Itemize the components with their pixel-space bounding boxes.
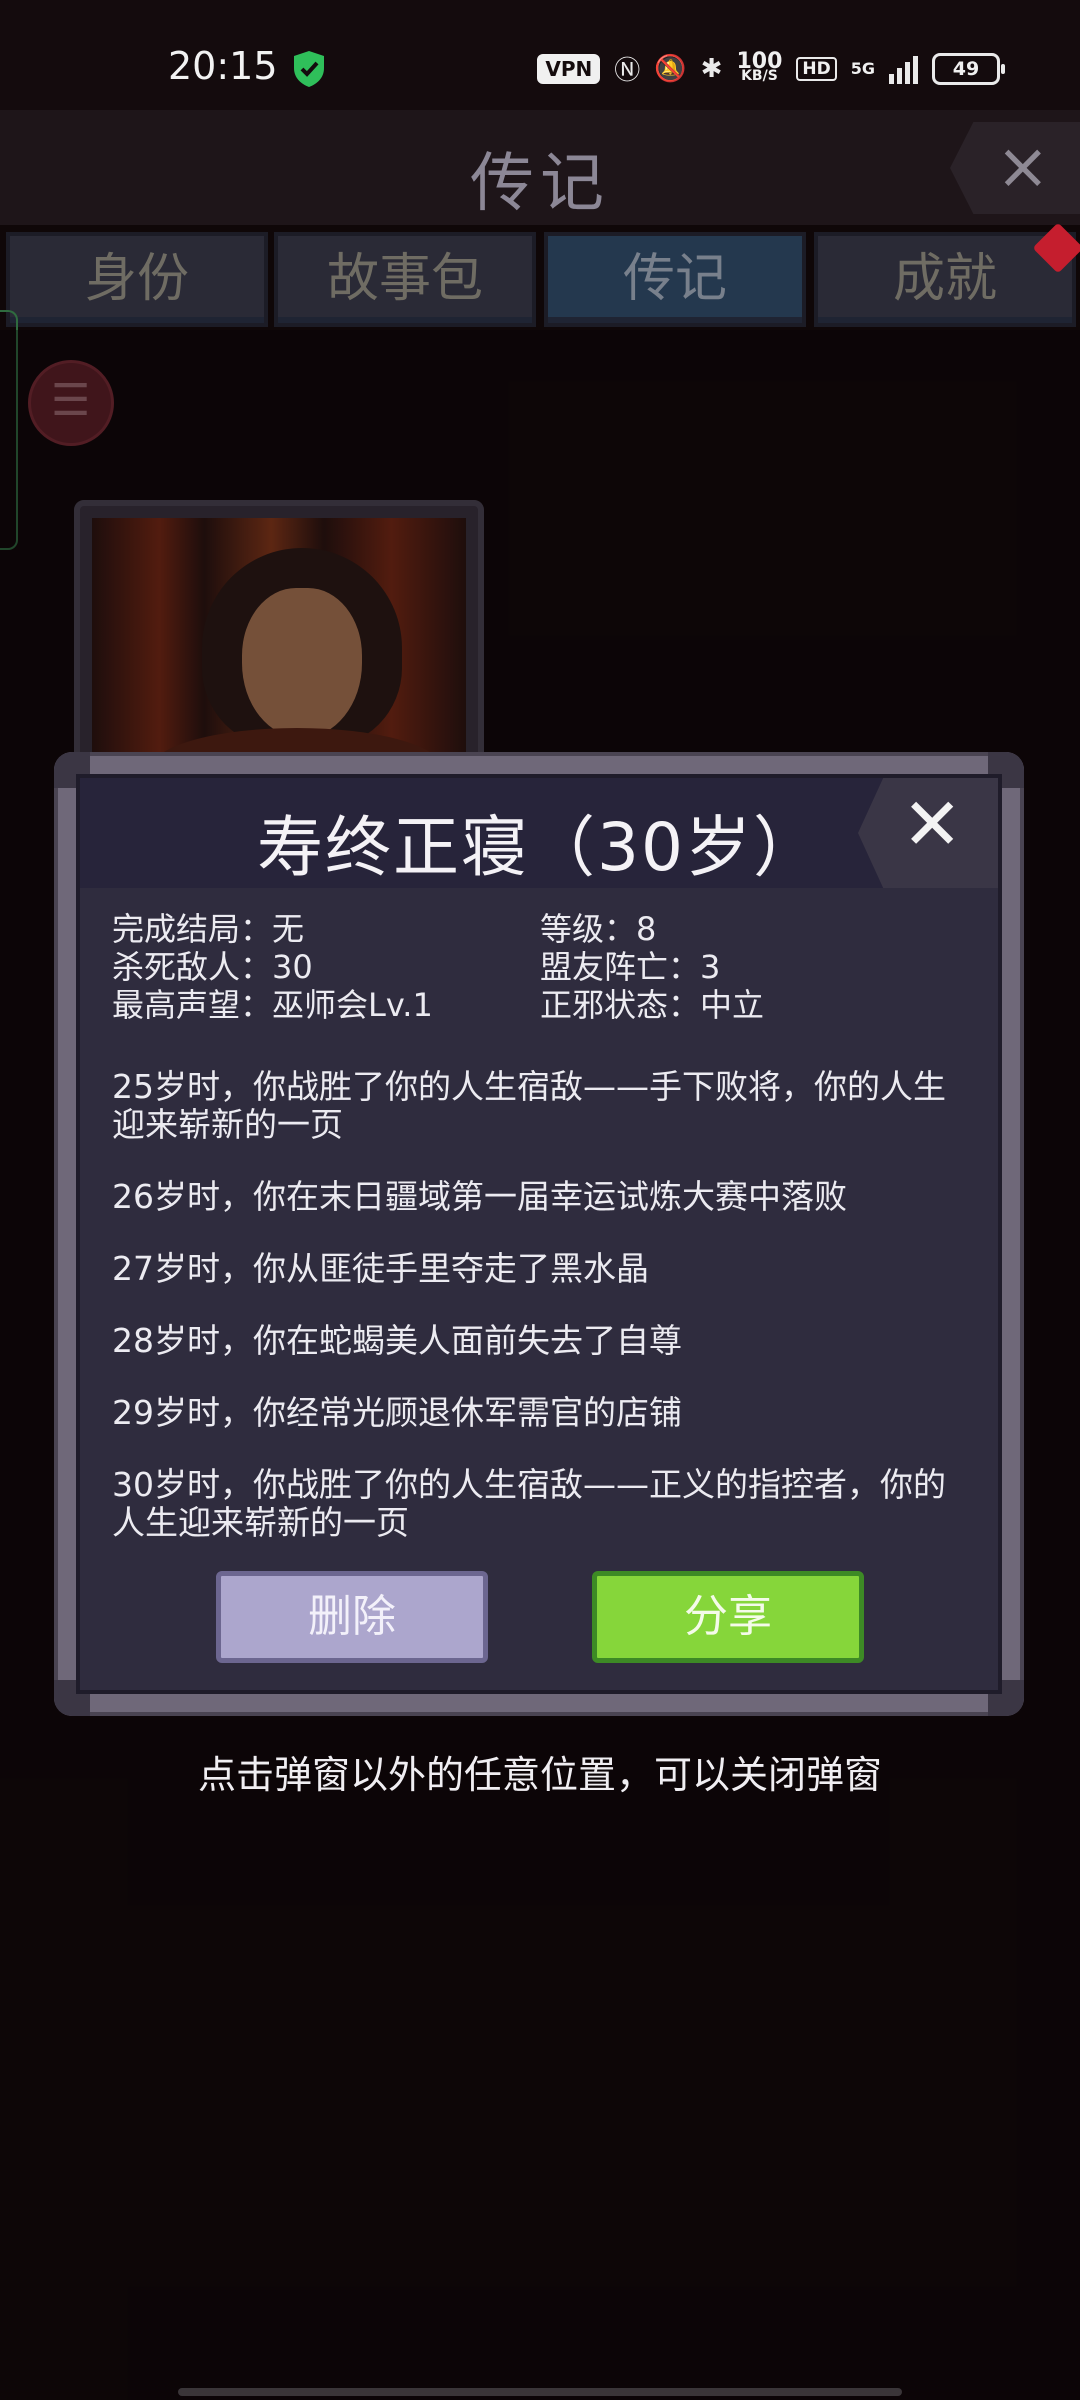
life-event: 27岁时，你从匪徒手里夺走了黑水晶 xyxy=(112,1249,649,1288)
close-icon: ✕ xyxy=(902,782,963,866)
net-speed-unit: KB/S xyxy=(741,67,778,84)
header-close-button[interactable]: × xyxy=(950,122,1080,214)
tab-achievements-label: 成就 xyxy=(892,249,997,309)
modal-title: 寿终正寝（30岁） xyxy=(257,809,821,886)
notification-dot xyxy=(1032,222,1080,274)
tab-biography[interactable]: 传记 xyxy=(544,232,806,327)
battery-icon: 49 xyxy=(932,52,1005,85)
page-title: 传记 xyxy=(470,147,610,221)
stat-alignment: 正邪状态：中立 xyxy=(540,986,765,1024)
biography-modal: 寿终正寝（30岁） ✕ 完成结局：无 等级：8 杀死敌人：30 盟友阵亡：3 最… xyxy=(54,752,1024,1716)
stat-ally-deaths: 盟友阵亡：3 xyxy=(540,948,721,986)
tab-identity[interactable]: 身份 xyxy=(6,232,268,327)
bluetooth-icon: ✱ xyxy=(700,53,723,84)
life-event: 30岁时，你战胜了你的人生宿敌——正义的指控者，你的人生迎来崭新的一页 xyxy=(112,1465,946,1542)
delete-button[interactable]: 删除 xyxy=(216,1571,488,1663)
life-event: 28岁时，你在蛇蝎美人面前失去了自尊 xyxy=(112,1321,682,1360)
network-type: 5G xyxy=(850,59,875,78)
life-event: 29岁时，你经常光顾退休军需官的店铺 xyxy=(112,1393,682,1432)
net-speed-value: 100 xyxy=(736,48,783,74)
modal-close-button[interactable]: ✕ xyxy=(858,778,998,888)
stat-reputation: 最高声望：巫师会Lv.1 xyxy=(112,986,433,1024)
stat-level: 等级：8 xyxy=(540,910,657,948)
close-hint: 点击弹窗以外的任意位置，可以关闭弹窗 xyxy=(197,1753,882,1797)
tab-story-pack[interactable]: 故事包 xyxy=(274,232,536,327)
mute-bell-icon: 🔕 xyxy=(654,53,687,84)
tab-bar: 身份 故事包 传记 成就 xyxy=(0,222,1080,332)
stat-ending: 完成结局：无 xyxy=(112,910,305,948)
modal-titlebar: 寿终正寝（30岁） ✕ xyxy=(80,778,998,888)
vpn-badge: VPN xyxy=(537,53,601,84)
share-button[interactable]: 分享 xyxy=(592,1571,864,1663)
net-speed: 100 KB/S xyxy=(736,48,783,84)
status-icons: VPN Ⓝ 🔕 ✱ 100 KB/S HD 5G 49 xyxy=(537,48,1005,87)
tab-achievements[interactable]: 成就 xyxy=(814,222,1080,327)
hd-badge: HD xyxy=(796,56,837,81)
modal-body: 寿终正寝（30岁） ✕ 完成结局：无 等级：8 杀死敌人：30 盟友阵亡：3 最… xyxy=(76,774,1002,1694)
life-events-list: 25岁时，你战胜了你的人生宿敌——手下败将，你的人生迎来崭新的一页 26岁时，你… xyxy=(112,1068,972,1576)
life-event: 26岁时，你在末日疆域第一届幸运试炼大赛中落败 xyxy=(112,1177,847,1216)
page-header: 传记 × xyxy=(0,110,1080,225)
close-icon: × xyxy=(996,130,1050,204)
home-indicator[interactable] xyxy=(178,2388,902,2396)
nfc-icon: Ⓝ xyxy=(614,56,641,86)
stat-kills: 杀死敌人：30 xyxy=(112,948,313,986)
life-event: 25岁时，你战胜了你的人生宿敌——手下败将，你的人生迎来崭新的一页 xyxy=(112,1067,946,1144)
status-time: 20:15 xyxy=(168,44,278,88)
signal-icon xyxy=(889,54,918,84)
shield-check-icon xyxy=(294,51,324,87)
status-bar: 20:15 VPN Ⓝ 🔕 ✱ 100 KB/S HD 5G 49 xyxy=(0,0,1080,110)
